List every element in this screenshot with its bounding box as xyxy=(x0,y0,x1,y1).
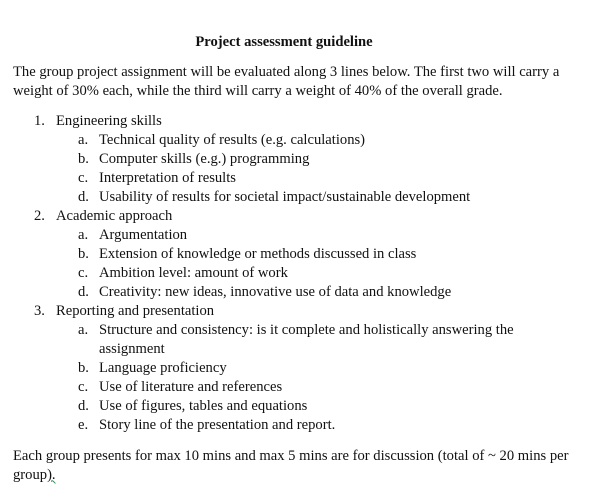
item-text: Ambition level: amount of work xyxy=(99,265,288,281)
list-item: d. Use of figures, tables and equations xyxy=(0,397,596,416)
section-label: Engineering skills xyxy=(56,113,162,129)
list-item: c. Use of literature and references xyxy=(0,378,596,397)
list-item: d. Usability of results for societal imp… xyxy=(0,188,596,207)
grammar-marked-text: ). xyxy=(47,466,56,483)
intro-paragraph: The group project assignment will be eva… xyxy=(13,64,560,99)
item-text: Use of figures, tables and equations xyxy=(99,398,308,414)
list-item: a. Structure and consistency: is it comp… xyxy=(0,321,596,359)
list-item: d. Creativity: new ideas, innovative use… xyxy=(0,283,596,302)
item-letter: e. xyxy=(78,417,89,433)
item-text: Creativity: new ideas, innovative use of… xyxy=(99,284,452,300)
document-page: Project assessment guideline The group p… xyxy=(0,0,596,498)
item-text: Story line of the presentation and repor… xyxy=(99,417,336,433)
item-text: Usability of results for societal impact… xyxy=(99,189,471,205)
section-heading: 2. Academic approach xyxy=(0,207,596,226)
item-text: Extension of knowledge or methods discus… xyxy=(99,246,417,262)
item-letter: b. xyxy=(78,151,89,167)
section-heading: 1. Engineering skills xyxy=(0,112,596,131)
item-letter: b. xyxy=(78,246,89,262)
item-text: Technical quality of results (e.g. calcu… xyxy=(99,132,366,148)
section-heading: 3. Reporting and presentation xyxy=(0,302,596,321)
item-text: Computer skills (e.g.) programming xyxy=(99,151,310,167)
item-letter: a. xyxy=(78,132,89,148)
item-letter: d. xyxy=(78,284,89,300)
list-item: e. Story line of the presentation and re… xyxy=(0,416,596,435)
item-letter: a. xyxy=(78,322,89,338)
item-text: Language proficiency xyxy=(99,360,227,376)
item-text: Structure and consistency: is it complet… xyxy=(99,322,514,357)
section-number: 1. xyxy=(34,113,45,129)
page-title: Project assessment guideline xyxy=(195,34,373,50)
item-letter: c. xyxy=(78,379,89,395)
closing-text: Each group presents for max 10 mins and … xyxy=(13,448,569,483)
list-item: c. Interpretation of results xyxy=(0,169,596,188)
criteria-list: 1. Engineering skills a. Technical quali… xyxy=(0,112,596,435)
item-letter: b. xyxy=(78,360,89,376)
section-label: Academic approach xyxy=(56,208,173,224)
list-item: b. Extension of knowledge or methods dis… xyxy=(0,245,596,264)
list-item: b. Language proficiency xyxy=(0,359,596,378)
item-letter: d. xyxy=(78,189,89,205)
list-item: b. Computer skills (e.g.) programming xyxy=(0,150,596,169)
list-item: c. Ambition level: amount of work xyxy=(0,264,596,283)
item-letter: a. xyxy=(78,227,89,243)
closing-paragraph: Each group presents for max 10 mins and … xyxy=(13,447,573,484)
item-text: Use of literature and references xyxy=(99,379,283,395)
list-item: a. Argumentation xyxy=(0,226,596,245)
section-number: 3. xyxy=(34,303,45,319)
item-letter: c. xyxy=(78,265,89,281)
section-number: 2. xyxy=(34,208,45,224)
item-text: Interpretation of results xyxy=(99,170,236,186)
section-label: Reporting and presentation xyxy=(56,303,215,319)
item-text: Argumentation xyxy=(99,227,188,243)
item-letter: d. xyxy=(78,398,89,414)
item-letter: c. xyxy=(78,170,89,186)
list-item: a. Technical quality of results (e.g. ca… xyxy=(0,131,596,150)
